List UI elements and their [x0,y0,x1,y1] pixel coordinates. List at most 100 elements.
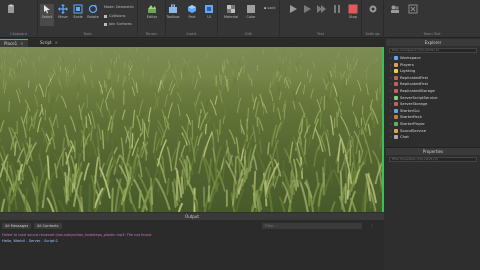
terrain-icon [148,5,156,13]
gear-icon [369,5,377,13]
ui-label: UI [207,15,211,19]
backpack-icon [394,115,398,120]
part-label: Part [188,15,196,19]
script-service-icon [394,95,398,100]
select-label: Select [41,15,53,19]
tree-item-starter-player[interactable]: › StarterPlayer [386,121,480,128]
color-label: Color [246,15,256,19]
group-label-insert: Insert [186,32,197,36]
tree-item-replicated-first-2[interactable]: › ReplicatedFirst [386,81,480,88]
team-test-exit-tool[interactable] [406,4,420,14]
sound-icon [394,128,398,133]
stop-tool[interactable]: Stop [346,4,360,19]
collisions-toggle[interactable]: Collisions [104,14,125,18]
toolbox-tool[interactable]: Toolbox [166,4,180,19]
tree-item-sound-service[interactable]: › SoundService [386,128,480,135]
color-swatch-icon [247,5,255,13]
move-tool[interactable]: Move [56,4,70,19]
join-surfaces-checkbox-icon [104,22,107,26]
properties-panel: Properties Filter Properties (Ctrl+Shift… [386,147,480,212]
group-label-team-test: Team Test [423,32,441,36]
tree-item-lighting[interactable]: › Lighting [386,68,480,75]
play-here-tool[interactable] [300,4,314,14]
explorer-tree: › Workspace › Players › Lighting › Replicate… [386,55,480,141]
close-icon[interactable]: × [55,40,58,45]
rotate-label: Rotate [87,15,99,19]
exit-icon [408,4,418,14]
output-title: Output [0,213,384,220]
tree-item-replicated-first[interactable]: › ReplicatedFirst [386,75,480,82]
part-cube-icon [188,5,196,13]
player-icon [394,121,398,126]
tree-item-players[interactable]: › Players [386,62,480,69]
scale-tool[interactable]: Scale [71,4,85,19]
lock-icon: ▪ [264,6,267,10]
select-tool[interactable]: Select [40,4,54,26]
mode-label: Mode: [104,5,115,9]
toolbox-label: Toolbox [166,15,180,19]
properties-filter-input[interactable]: Filter Properties (Ctrl+Shift+P) [389,157,477,162]
material-icon [227,5,235,13]
team-test-icon [391,5,399,13]
material-tool[interactable]: Material [224,4,238,19]
contexts-filter-dropdown[interactable]: All Contexts [34,223,62,229]
output-line: Hello, World! - Server - Script:1 [2,239,59,243]
tree-item-chat[interactable]: › Chat [386,134,480,141]
settings-group: Settings [362,0,384,38]
toolbox-icon [169,4,177,13]
run-tool[interactable] [314,4,328,14]
tab-place1[interactable]: Place1 × [0,39,28,47]
run-icon [317,5,326,13]
close-icon[interactable]: × [20,41,23,46]
explorer-filter-input[interactable]: Filter workspace (Ctrl+Shift+X) [389,48,477,53]
paste-tool[interactable] [4,4,18,14]
terrain-editor-tool[interactable]: Editor [145,4,159,19]
folder-icon [394,82,398,87]
color-tool[interactable]: Color [244,4,258,19]
tree-item-workspace[interactable]: › Workspace [386,55,480,62]
tab-script[interactable]: Script × [36,39,62,47]
settings-tool[interactable] [366,4,380,14]
ribbon-toolbar: Clipboard Select Move Scale Rotate Mode:… [0,0,480,38]
tree-item-server-script-service[interactable]: › ServerScriptService [386,95,480,102]
tree-item-starter-gui[interactable]: › StarterGui [386,108,480,115]
part-tool[interactable]: Part [185,4,199,19]
collisions-label: Collisions [109,14,126,18]
ui-tool[interactable]: UI [202,4,216,19]
rotate-tool[interactable]: Rotate [86,4,100,19]
move-label: Move [58,15,68,19]
group-label-clipboard: Clipboard [10,32,27,36]
paste-icon [8,4,14,13]
group-label-tools: Tools [83,32,92,36]
rotate-icon [88,4,98,14]
clipboard-group: Clipboard [0,0,38,38]
gui-icon [394,108,398,113]
test-group: Stop Test [280,0,362,38]
cursor-icon [44,5,50,14]
team-test-group: Team Test [384,0,480,38]
output-panel: All Messages All Contexts Filter... ⋮ Fa… [0,220,384,270]
editor-label: Editor [146,15,158,19]
group-label-settings: Settings [365,32,380,36]
chat-icon [394,135,398,140]
messages-filter-dropdown[interactable]: All Messages [2,223,32,229]
tree-item-starter-pack[interactable]: › StarterPack [386,114,480,121]
play-tool[interactable] [286,4,300,14]
3d-viewport[interactable] [0,47,384,212]
lighting-icon [394,69,398,74]
more-icon[interactable]: ⋮ [370,223,374,228]
mode-dropdown[interactable]: Mode: Geometric [104,5,134,9]
properties-panel-body [386,213,480,270]
tree-item-server-storage[interactable]: › ServerStorage [386,101,480,108]
output-search-input[interactable]: Filter... [262,223,362,229]
join-surfaces-toggle[interactable]: Join Surfaces [104,22,132,26]
tree-item-replicated-storage[interactable]: › ReplicatedStorage [386,88,480,95]
group-label-test: Test [317,32,324,36]
pause-tool[interactable] [330,4,344,14]
tools-group: Select Move Scale Rotate Mode: Geometric… [38,0,138,38]
join-surfaces-label: Join Surfaces [109,22,132,26]
explorer-panel: Explorer Filter workspace (Ctrl+Shift+X)… [386,39,480,145]
lock-button[interactable]: ▪ Lock [264,6,275,10]
team-test-tool[interactable] [388,4,402,14]
stop-icon [348,4,358,14]
